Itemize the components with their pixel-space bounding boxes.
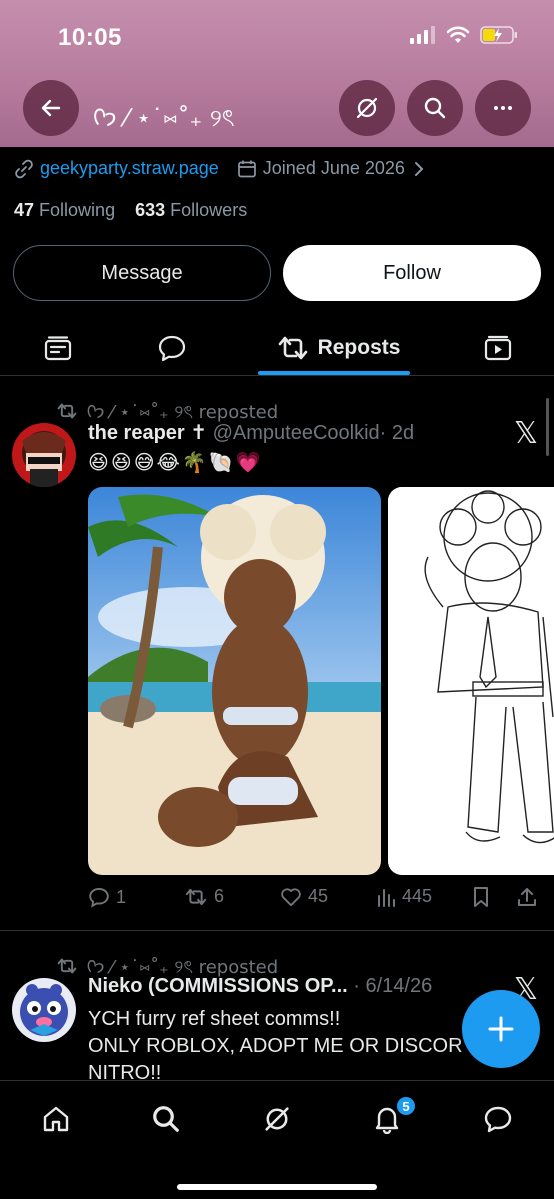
profile-link[interactable]: geekyparty.straw.page: [40, 158, 219, 179]
author-name[interactable]: Nieko (COMMISSIONS OP...: [88, 975, 348, 997]
followers-label: Followers: [170, 200, 248, 220]
follow-stats: 47 Following 633 Followers: [14, 200, 247, 221]
scrollbar[interactable]: [546, 398, 549, 456]
view-count: 445: [402, 886, 433, 906]
share-button[interactable]: [516, 886, 538, 908]
more-options-button[interactable]: [475, 80, 531, 136]
repost-icon: [278, 336, 307, 360]
compose-button[interactable]: [462, 990, 540, 1068]
avatar-image: [12, 423, 76, 487]
post-actions: 1 6 45 445: [88, 886, 548, 914]
message-button[interactable]: Message: [13, 245, 271, 301]
search-icon: [424, 97, 446, 119]
grok-icon: [265, 1107, 289, 1131]
home-indicator: [177, 1184, 377, 1190]
wifi-icon: [446, 26, 470, 43]
avatar[interactable]: [12, 423, 76, 487]
avatar-image: [12, 978, 76, 1042]
search-icon: [153, 1106, 179, 1132]
post-divider: [0, 930, 554, 931]
bookmark-button[interactable]: [472, 886, 490, 908]
status-bar: 10:05: [0, 22, 554, 52]
signal-icon: [410, 26, 435, 44]
bookmark-icon: [474, 887, 488, 907]
tab-reposts[interactable]: Reposts: [268, 328, 408, 368]
followers-link[interactable]: 633 Followers: [135, 200, 247, 220]
highlights-icon: [44, 336, 72, 361]
grok-icon: [356, 97, 378, 119]
notification-badge: 5: [395, 1095, 417, 1117]
grok-button[interactable]: [339, 80, 395, 136]
repost-icon: [57, 403, 77, 419]
profile-tabs: Reposts: [0, 320, 554, 376]
bottom-nav: 5: [0, 1080, 554, 1199]
avatar[interactable]: [12, 978, 76, 1042]
link-icon: [15, 159, 33, 178]
like-count: 45: [308, 886, 329, 906]
nav-home[interactable]: [36, 1099, 76, 1139]
post-text: 😆😆😅😂🌴🐚💗: [88, 450, 263, 474]
views-button[interactable]: 445: [376, 886, 432, 907]
speech-bubble-icon: [158, 335, 186, 362]
reply-icon: [89, 887, 109, 908]
joined-date: Joined June 2026: [262, 158, 405, 178]
heart-icon: [281, 887, 301, 906]
tab-highlights[interactable]: [38, 328, 78, 368]
beach-character-illustration: [88, 487, 381, 875]
post-text-line: ONLY ROBLOX, ADOPT ME OR DISCOR: [88, 1035, 463, 1057]
nav-search[interactable]: [146, 1099, 186, 1139]
plus-icon: [488, 1016, 514, 1042]
post-text-line: YCH furry ref sheet comms!!: [88, 1008, 341, 1030]
calendar-icon: [237, 160, 256, 177]
status-icons: [410, 26, 518, 44]
author-name[interactable]: the reaper ✝: [88, 422, 207, 444]
post-image[interactable]: [88, 487, 381, 875]
line-art-sketch: [388, 487, 554, 875]
tab-replies[interactable]: [150, 328, 194, 368]
repost-icon: [185, 888, 207, 905]
share-icon: [518, 888, 536, 906]
message-bubble-icon: [484, 1106, 512, 1133]
post-header: Nieko (COMMISSIONS OP... · 6/14/26: [88, 975, 432, 998]
back-button[interactable]: [23, 80, 79, 136]
reply-button[interactable]: 1: [88, 886, 126, 908]
battery-charging-icon: [480, 26, 517, 44]
bar-chart-icon: [378, 888, 395, 907]
search-button[interactable]: [407, 80, 463, 136]
profile-meta: geekyparty.straw.page Joined June 2026: [14, 158, 425, 179]
author-handle[interactable]: @AmputeeCoolkid: [213, 422, 380, 444]
arrow-left-icon: [41, 99, 61, 117]
post-text: YCH furry ref sheet comms!! ONLY ROBLOX,…: [88, 1006, 463, 1087]
follow-button[interactable]: Follow: [283, 245, 541, 301]
home-icon: [43, 1106, 69, 1132]
active-tab-indicator: [258, 371, 410, 375]
post-image-2[interactable]: [388, 487, 554, 875]
chevron-right-icon[interactable]: [413, 160, 425, 178]
repost-button[interactable]: 6: [184, 886, 224, 907]
post-time: · 2d: [379, 422, 415, 444]
post-time: · 6/14/26: [353, 975, 433, 997]
more-horizontal-icon: [494, 106, 512, 110]
tab-reposts-label: Reposts: [317, 336, 401, 359]
repost-icon: [57, 958, 77, 974]
tab-media[interactable]: [476, 328, 520, 368]
status-time: 10:05: [58, 24, 122, 51]
video-icon: [484, 335, 512, 361]
repost-count: 6: [214, 886, 225, 906]
following-label: Following: [39, 200, 116, 220]
following-count: 47: [14, 200, 35, 220]
like-button[interactable]: 45: [280, 886, 328, 907]
followers-count: 633: [135, 200, 166, 220]
x-logo-icon: 𝕏: [513, 416, 538, 451]
following-link[interactable]: 47 Following: [14, 200, 115, 220]
reply-count: 1: [116, 886, 127, 907]
post-header: the reaper ✝ @AmputeeCoolkid· 2d: [88, 420, 414, 445]
header-display-name: ᢉ𐭩 ⁄ ⋆˙⑅˚₊ ୨ৎ: [92, 104, 235, 132]
nav-messages[interactable]: [478, 1099, 518, 1139]
nav-grok[interactable]: [257, 1099, 297, 1139]
